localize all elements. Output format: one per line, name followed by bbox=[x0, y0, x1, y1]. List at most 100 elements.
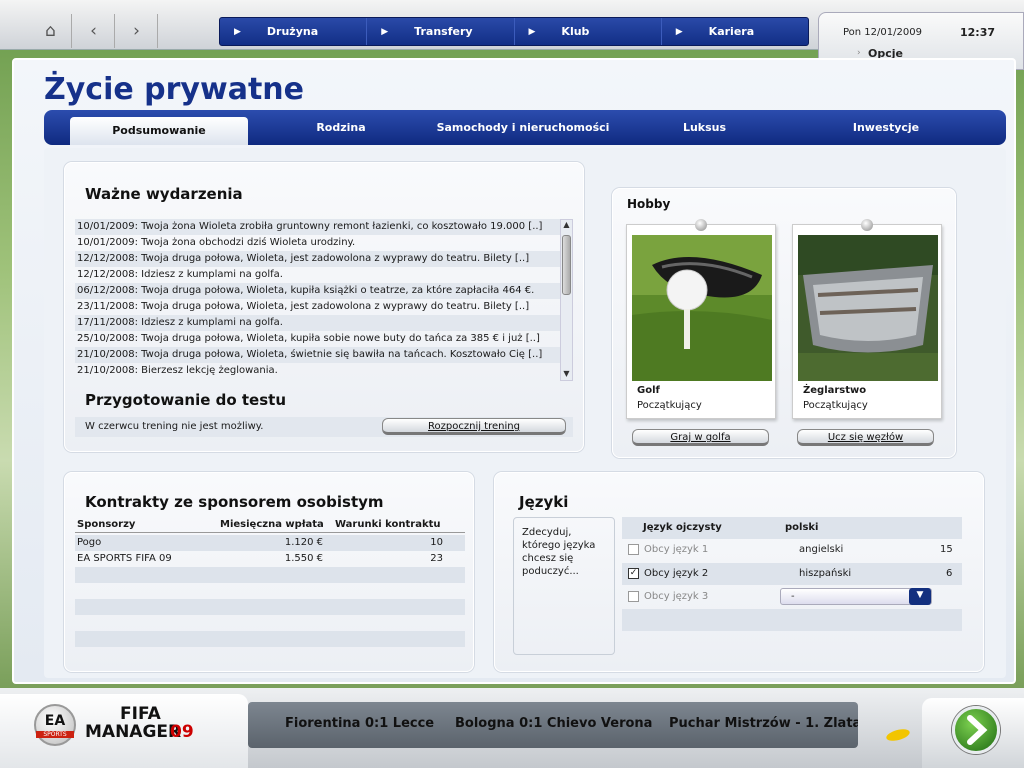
events-box: Ważne wydarzenia 10/01/2009: Twoja żona … bbox=[64, 162, 584, 452]
list-item[interactable]: 12/12/2008: Idziesz z kumplami na golfa. bbox=[75, 267, 560, 283]
arrow-right-icon[interactable]: › bbox=[116, 14, 158, 48]
events-title: Ważne wydarzenia bbox=[85, 185, 243, 203]
hobby-name: Golf bbox=[637, 385, 660, 396]
sailing-image bbox=[798, 235, 938, 381]
nav-druzyna[interactable]: ▶ Drużyna bbox=[220, 18, 368, 45]
hobby-title: Hobby bbox=[627, 197, 671, 211]
sponsor-monthly: 1.120 € bbox=[284, 537, 323, 548]
main-nav: ▶ Drużyna ▶ Transfery ▶ Klub ▶ Kariera bbox=[219, 17, 809, 46]
hobby-card-golf: Golf Początkujący bbox=[626, 219, 776, 419]
hobby-box: Hobby Golf Początkujący Żeglarstwo Począ… bbox=[612, 188, 956, 458]
sponsor-name: Pogo bbox=[77, 537, 102, 548]
table-row bbox=[75, 599, 465, 615]
nav-kariera[interactable]: ▶ Kariera bbox=[662, 18, 808, 45]
arrow-right-icon: ▶ bbox=[528, 26, 536, 37]
foreign-language-1-row[interactable]: Obcy język 1 angielski 15 bbox=[622, 539, 962, 561]
table-row[interactable]: EA SPORTS FIFA 09 1.550 € 23 bbox=[75, 551, 465, 567]
home-icon[interactable]: ⌂ bbox=[30, 14, 72, 48]
table-row bbox=[75, 567, 465, 583]
arrow-right-icon: ▶ bbox=[234, 26, 241, 37]
chevron-right-icon: › bbox=[857, 48, 861, 58]
training-message: W czerwcu trening nie jest możliwy. bbox=[85, 421, 264, 432]
tab-luksus[interactable]: Luksus bbox=[612, 114, 797, 142]
training-title: Przygotowanie do testu bbox=[85, 391, 286, 409]
sponsor-terms: 23 bbox=[430, 553, 443, 564]
continue-button[interactable] bbox=[922, 698, 1024, 768]
language-3-select[interactable]: - ▼ bbox=[780, 588, 932, 605]
start-training-button[interactable]: Rozpocznij trening bbox=[382, 418, 566, 435]
foreign-language-3-row[interactable]: Obcy język 3 - ▼ bbox=[622, 586, 962, 608]
sub-tabs: Podsumowanie Rodzina Samochody i nieruch… bbox=[44, 110, 1006, 145]
table-row[interactable]: Pogo 1.120 € 10 bbox=[75, 535, 465, 551]
tab-rodzina[interactable]: Rodzina bbox=[248, 114, 434, 142]
checkbox[interactable] bbox=[628, 591, 639, 602]
lang-label: Obcy język 2 bbox=[644, 568, 709, 579]
ticker-item: Bologna 0:1 Chievo Verona bbox=[455, 716, 653, 731]
nav-transfery[interactable]: ▶ Transfery bbox=[367, 18, 515, 45]
scroll-thumb[interactable] bbox=[562, 235, 571, 295]
hobby-level: Początkujący bbox=[803, 400, 868, 411]
native-label: Język ojczysty bbox=[643, 522, 722, 533]
current-date: Pon 12/01/2009 bbox=[843, 27, 922, 38]
lang-level: 6 bbox=[946, 568, 953, 579]
arrow-right-icon: ▶ bbox=[381, 26, 389, 37]
tab-samochody[interactable]: Samochody i nieruchomości bbox=[434, 114, 612, 142]
current-time: 12:37 bbox=[959, 26, 995, 39]
results-ticker: Fiorentina 0:1 Lecce Bologna 0:1 Chievo … bbox=[248, 702, 858, 748]
sponsor-terms: 10 bbox=[430, 537, 443, 548]
list-item[interactable]: 17/11/2008: Idziesz z kumplami na golfa. bbox=[75, 315, 560, 331]
scroll-down-icon[interactable]: ▼ bbox=[561, 369, 572, 380]
content-area: Ważne wydarzenia 10/01/2009: Twoja żona … bbox=[44, 148, 1006, 678]
learn-knots-button[interactable]: Ucz się węzłów bbox=[797, 429, 934, 446]
list-item[interactable]: 06/12/2008: Twoja druga połowa, Wioleta,… bbox=[75, 283, 560, 299]
sponsor-monthly: 1.550 € bbox=[284, 553, 323, 564]
native-value: polski bbox=[785, 522, 819, 533]
sponsors-title: Kontrakty ze sponsorem osobistym bbox=[85, 493, 384, 511]
tab-podsumowanie[interactable]: Podsumowanie bbox=[70, 117, 248, 145]
hobby-name: Żeglarstwo bbox=[803, 385, 867, 396]
foreign-language-2-row[interactable]: ✓ Obcy język 2 hiszpański 6 bbox=[622, 563, 962, 585]
chevron-down-icon[interactable]: ▼ bbox=[909, 588, 931, 605]
col-sponsor: Sponsorzy bbox=[77, 519, 136, 530]
events-list[interactable]: 10/01/2009: Twoja żona Wioleta zrobiła g… bbox=[75, 219, 560, 381]
sponsors-box: Kontrakty ze sponsorem osobistym Sponsor… bbox=[64, 472, 474, 672]
table-row bbox=[622, 609, 962, 631]
main-panel: Życie prywatne Podsumowanie Rodzina Samo… bbox=[12, 58, 1016, 684]
checkbox[interactable] bbox=[628, 544, 639, 555]
sponsor-name: EA SPORTS FIFA 09 bbox=[77, 553, 172, 564]
ea-sports-logo: EA SPORTS bbox=[34, 704, 76, 746]
nav-klub[interactable]: ▶ Klub bbox=[515, 18, 662, 45]
list-item[interactable]: 12/12/2008: Twoja druga połowa, Wioleta,… bbox=[75, 251, 560, 267]
list-item[interactable]: 21/10/2008: Twoja druga połowa, Wioleta,… bbox=[75, 347, 560, 363]
lang-label: Obcy język 1 bbox=[644, 544, 709, 555]
sponsors-header: Sponsorzy Miesięczna wpłata Warunki kont… bbox=[75, 517, 465, 533]
lang-label: Obcy język 3 bbox=[644, 591, 709, 602]
lang-value: hiszpański bbox=[799, 568, 852, 579]
events-scrollbar[interactable]: ▲ ▼ bbox=[560, 219, 573, 381]
page-title: Życie prywatne bbox=[44, 72, 304, 107]
table-row bbox=[75, 631, 465, 647]
hobby-card-sailing: Żeglarstwo Początkujący bbox=[792, 219, 942, 419]
checkbox-checked[interactable]: ✓ bbox=[628, 568, 639, 579]
lang-level: 15 bbox=[940, 544, 953, 555]
pin-icon bbox=[861, 219, 873, 231]
col-monthly: Miesięczna wpłata bbox=[220, 519, 324, 530]
ticker-item: Fiorentina 0:1 Lecce bbox=[285, 716, 435, 731]
list-item[interactable]: 23/11/2008: Twoja druga połowa, Wioleta,… bbox=[75, 299, 560, 315]
list-item[interactable]: 25/10/2008: Twoja druga połowa, Wioleta,… bbox=[75, 331, 560, 347]
fifa-manager-logo: EA SPORTS FIFA MANAGER 09 bbox=[0, 694, 248, 768]
languages-title: Języki bbox=[519, 493, 569, 511]
languages-box: Języki Zdecyduj, którego języka chcesz s… bbox=[494, 472, 984, 672]
list-item[interactable]: 10/01/2009: Twoja żona obchodzi dziś Wio… bbox=[75, 235, 560, 251]
arrow-left-icon[interactable]: ‹ bbox=[73, 14, 115, 48]
hobby-level: Początkujący bbox=[637, 400, 702, 411]
scroll-up-icon[interactable]: ▲ bbox=[561, 220, 572, 231]
arrow-right-icon[interactable] bbox=[952, 706, 1000, 754]
list-item[interactable]: 21/10/2008: Bierzesz lekcję żeglowania. bbox=[75, 363, 560, 379]
tab-inwestycje[interactable]: Inwestycje bbox=[797, 114, 975, 142]
col-terms: Warunki kontraktu bbox=[335, 519, 441, 530]
lang-value: angielski bbox=[799, 544, 844, 555]
list-item[interactable]: 10/01/2009: Twoja żona Wioleta zrobiła g… bbox=[75, 219, 560, 235]
pin-icon bbox=[695, 219, 707, 231]
play-golf-button[interactable]: Graj w golfa bbox=[632, 429, 769, 446]
